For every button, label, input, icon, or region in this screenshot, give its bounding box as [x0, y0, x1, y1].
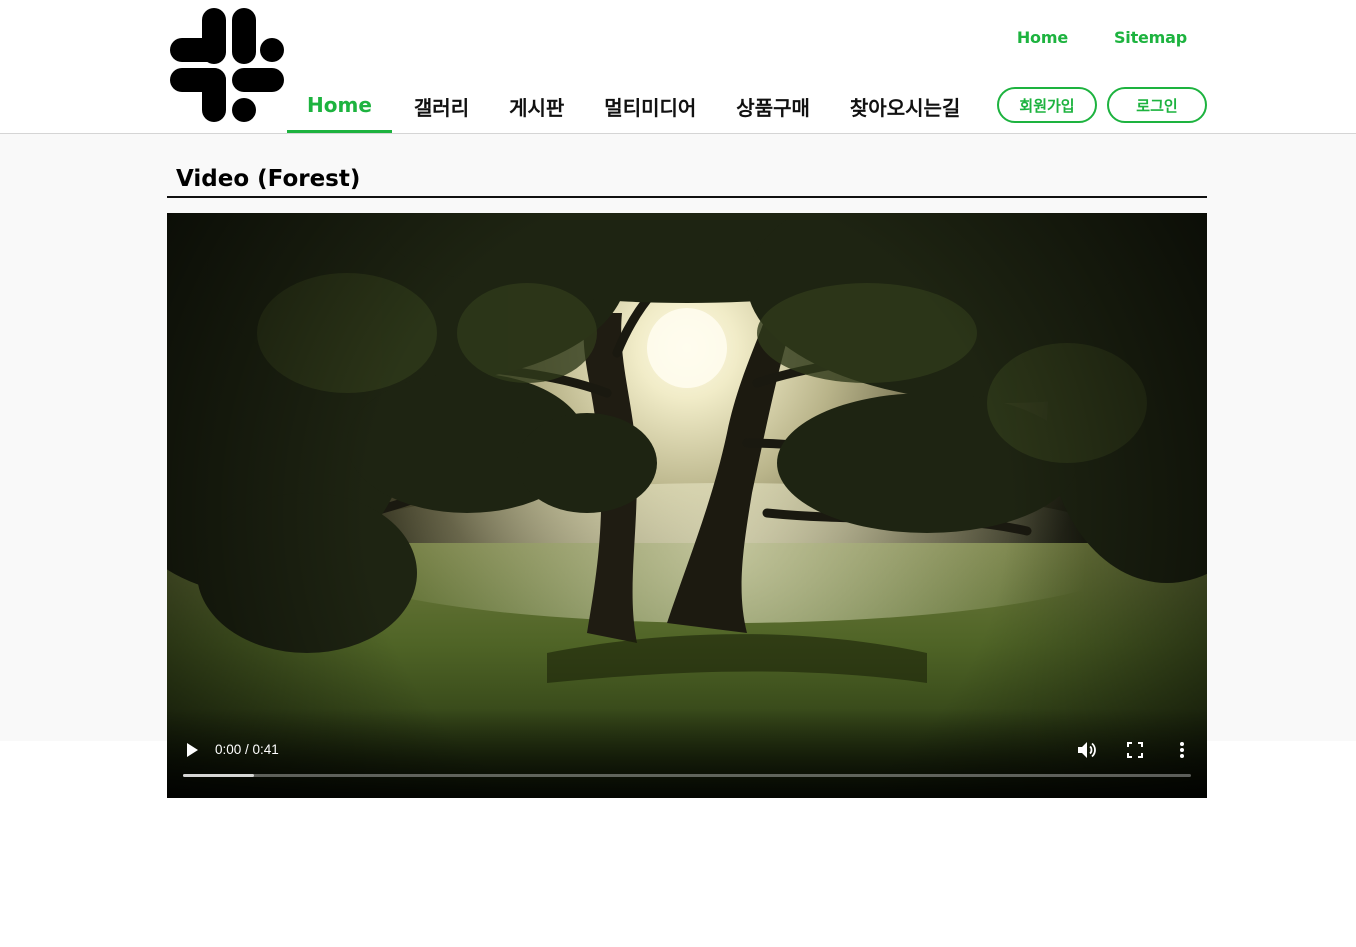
video-progress-bar[interactable]: [183, 774, 1191, 777]
nav-item-board[interactable]: 게시판: [489, 80, 584, 133]
nav-item-directions[interactable]: 찾아오시는길: [830, 80, 980, 133]
util-link-home[interactable]: Home: [1017, 28, 1068, 47]
video-buffered-bar: [183, 774, 254, 777]
volume-icon[interactable]: [1077, 741, 1097, 759]
nav-item-shop[interactable]: 상품구매: [716, 80, 830, 133]
auth-buttons: 회원가입 로그인: [997, 87, 1207, 123]
nav-item-home[interactable]: Home: [287, 80, 392, 133]
nav-item-gallery[interactable]: 갤러리: [392, 80, 489, 133]
more-options-icon[interactable]: [1179, 741, 1185, 759]
video-player[interactable]: 0:00 / 0:41: [167, 213, 1207, 798]
fullscreen-icon[interactable]: [1127, 742, 1143, 758]
main-nav: Home 갤러리 게시판 멀티미디어 상품구매 찾아오시는길: [287, 80, 980, 136]
site-logo-icon[interactable]: [168, 6, 286, 124]
join-button[interactable]: 회원가입: [997, 87, 1097, 123]
site-header: Home Sitemap Home 갤러리 게시판 멀티미디어 상품구매 찾아오…: [0, 0, 1356, 134]
controls-overlay: [167, 708, 1207, 798]
play-icon[interactable]: [185, 742, 199, 758]
time-display: 0:00 / 0:41: [215, 742, 279, 757]
utility-nav: Home Sitemap: [1017, 28, 1187, 47]
title-divider: [167, 196, 1207, 198]
page-title: Video (Forest): [176, 166, 361, 192]
util-link-sitemap[interactable]: Sitemap: [1114, 28, 1187, 47]
login-button[interactable]: 로그인: [1107, 87, 1207, 123]
nav-item-multimedia[interactable]: 멀티미디어: [584, 80, 716, 133]
